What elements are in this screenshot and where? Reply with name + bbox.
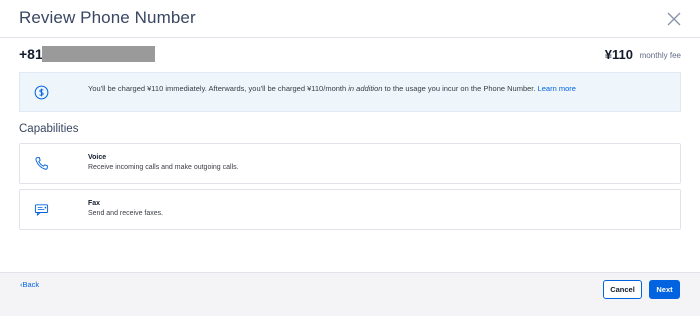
billing-notice: You'll be charged ¥110 immediately. Afte…: [19, 72, 681, 112]
capabilities-heading: Capabilities: [19, 123, 79, 135]
close-icon: [667, 12, 681, 26]
country-code: +81: [19, 46, 43, 62]
next-button[interactable]: Next: [649, 280, 680, 299]
back-label: Back: [22, 280, 40, 289]
back-link[interactable]: ‹Back: [20, 280, 39, 289]
capability-description: Receive incoming calls and make outgoing…: [88, 164, 239, 171]
fee-amount: ¥110: [604, 47, 633, 62]
notice-text: You'll be charged ¥110 immediately. Afte…: [88, 84, 576, 93]
capability-name: Fax: [88, 200, 101, 207]
phone-icon: [35, 157, 48, 170]
capability-description: Send and receive faxes.: [88, 210, 164, 217]
phone-number-row: +81 ¥110 monthly fee: [19, 46, 681, 64]
capability-name: Voice: [88, 154, 107, 161]
cancel-button[interactable]: Cancel: [603, 280, 642, 299]
capability-card-fax: Fax Send and receive faxes.: [19, 189, 681, 230]
redacted-number: [42, 46, 155, 62]
dollar-circle-icon: [34, 85, 49, 100]
learn-more-link[interactable]: Learn more: [538, 84, 576, 93]
notice-text-after: to the usage you incur on the Phone Numb…: [382, 84, 538, 93]
close-button[interactable]: [664, 9, 684, 29]
capability-card-voice: Voice Receive incoming calls and make ou…: [19, 143, 681, 184]
modal-title: Review Phone Number: [19, 8, 196, 27]
fee-label: monthly fee: [639, 51, 681, 60]
modal-header: Review Phone Number: [0, 0, 700, 38]
modal-footer: ‹Back Cancel Next: [0, 272, 700, 316]
fax-icon: [34, 204, 49, 216]
notice-text-before: You'll be charged ¥110 immediately. Afte…: [88, 84, 349, 93]
notice-text-emphasis: in addition: [348, 84, 383, 93]
